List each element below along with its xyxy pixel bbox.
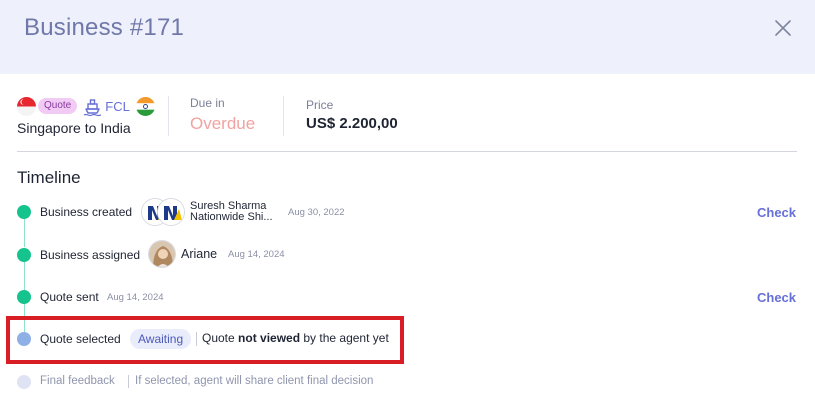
- event-date: Aug 14, 2024: [228, 249, 285, 260]
- singapore-flag-icon: [17, 96, 36, 116]
- event-date: Aug 30, 2022: [288, 207, 345, 218]
- ship-icon: [83, 98, 102, 116]
- event-description: If selected, agent will share client fin…: [135, 375, 374, 387]
- highlight-box: [6, 316, 404, 364]
- check-link[interactable]: Check: [757, 290, 796, 305]
- check-link[interactable]: Check: [757, 205, 796, 220]
- shipping-mode: FCL: [105, 98, 130, 114]
- timeline-dot-pending: [17, 375, 31, 389]
- price-value: US$ 2.200,00: [306, 115, 398, 132]
- timeline-title: Timeline: [17, 168, 81, 187]
- event-date: Aug 14, 2024: [107, 292, 164, 303]
- person-name: Ariane: [181, 247, 218, 261]
- timeline-dot-done: [17, 290, 31, 304]
- avatar: [148, 240, 176, 268]
- person-company: Nationwide Shi...: [190, 211, 273, 223]
- divider: [283, 96, 284, 136]
- timeline-connector: [24, 219, 25, 247]
- company-logo: [157, 198, 185, 226]
- route-info: Quote FCL Singapore to India: [17, 95, 155, 136]
- quote-badge: Quote: [38, 98, 78, 114]
- divider: [168, 96, 169, 136]
- due-value: Overdue: [190, 114, 256, 133]
- timeline-connector: [24, 262, 25, 290]
- section-divider: [17, 151, 797, 152]
- modal-title: Business #171: [24, 14, 185, 41]
- due-label: Due in: [190, 96, 225, 110]
- timeline-dot-done: [17, 205, 31, 219]
- route-text: Singapore to India: [17, 120, 131, 136]
- event-label: Final feedback: [40, 375, 115, 387]
- event-label: Quote sent: [40, 290, 99, 304]
- india-flag-icon: [135, 96, 155, 116]
- modal-header: Business #171: [0, 0, 815, 74]
- close-icon[interactable]: [771, 16, 795, 40]
- timeline-dot-done: [17, 248, 31, 262]
- separator: [128, 375, 129, 388]
- price-label: Price: [306, 98, 334, 112]
- event-label: Business assigned: [40, 248, 141, 262]
- event-label: Business created: [40, 205, 133, 219]
